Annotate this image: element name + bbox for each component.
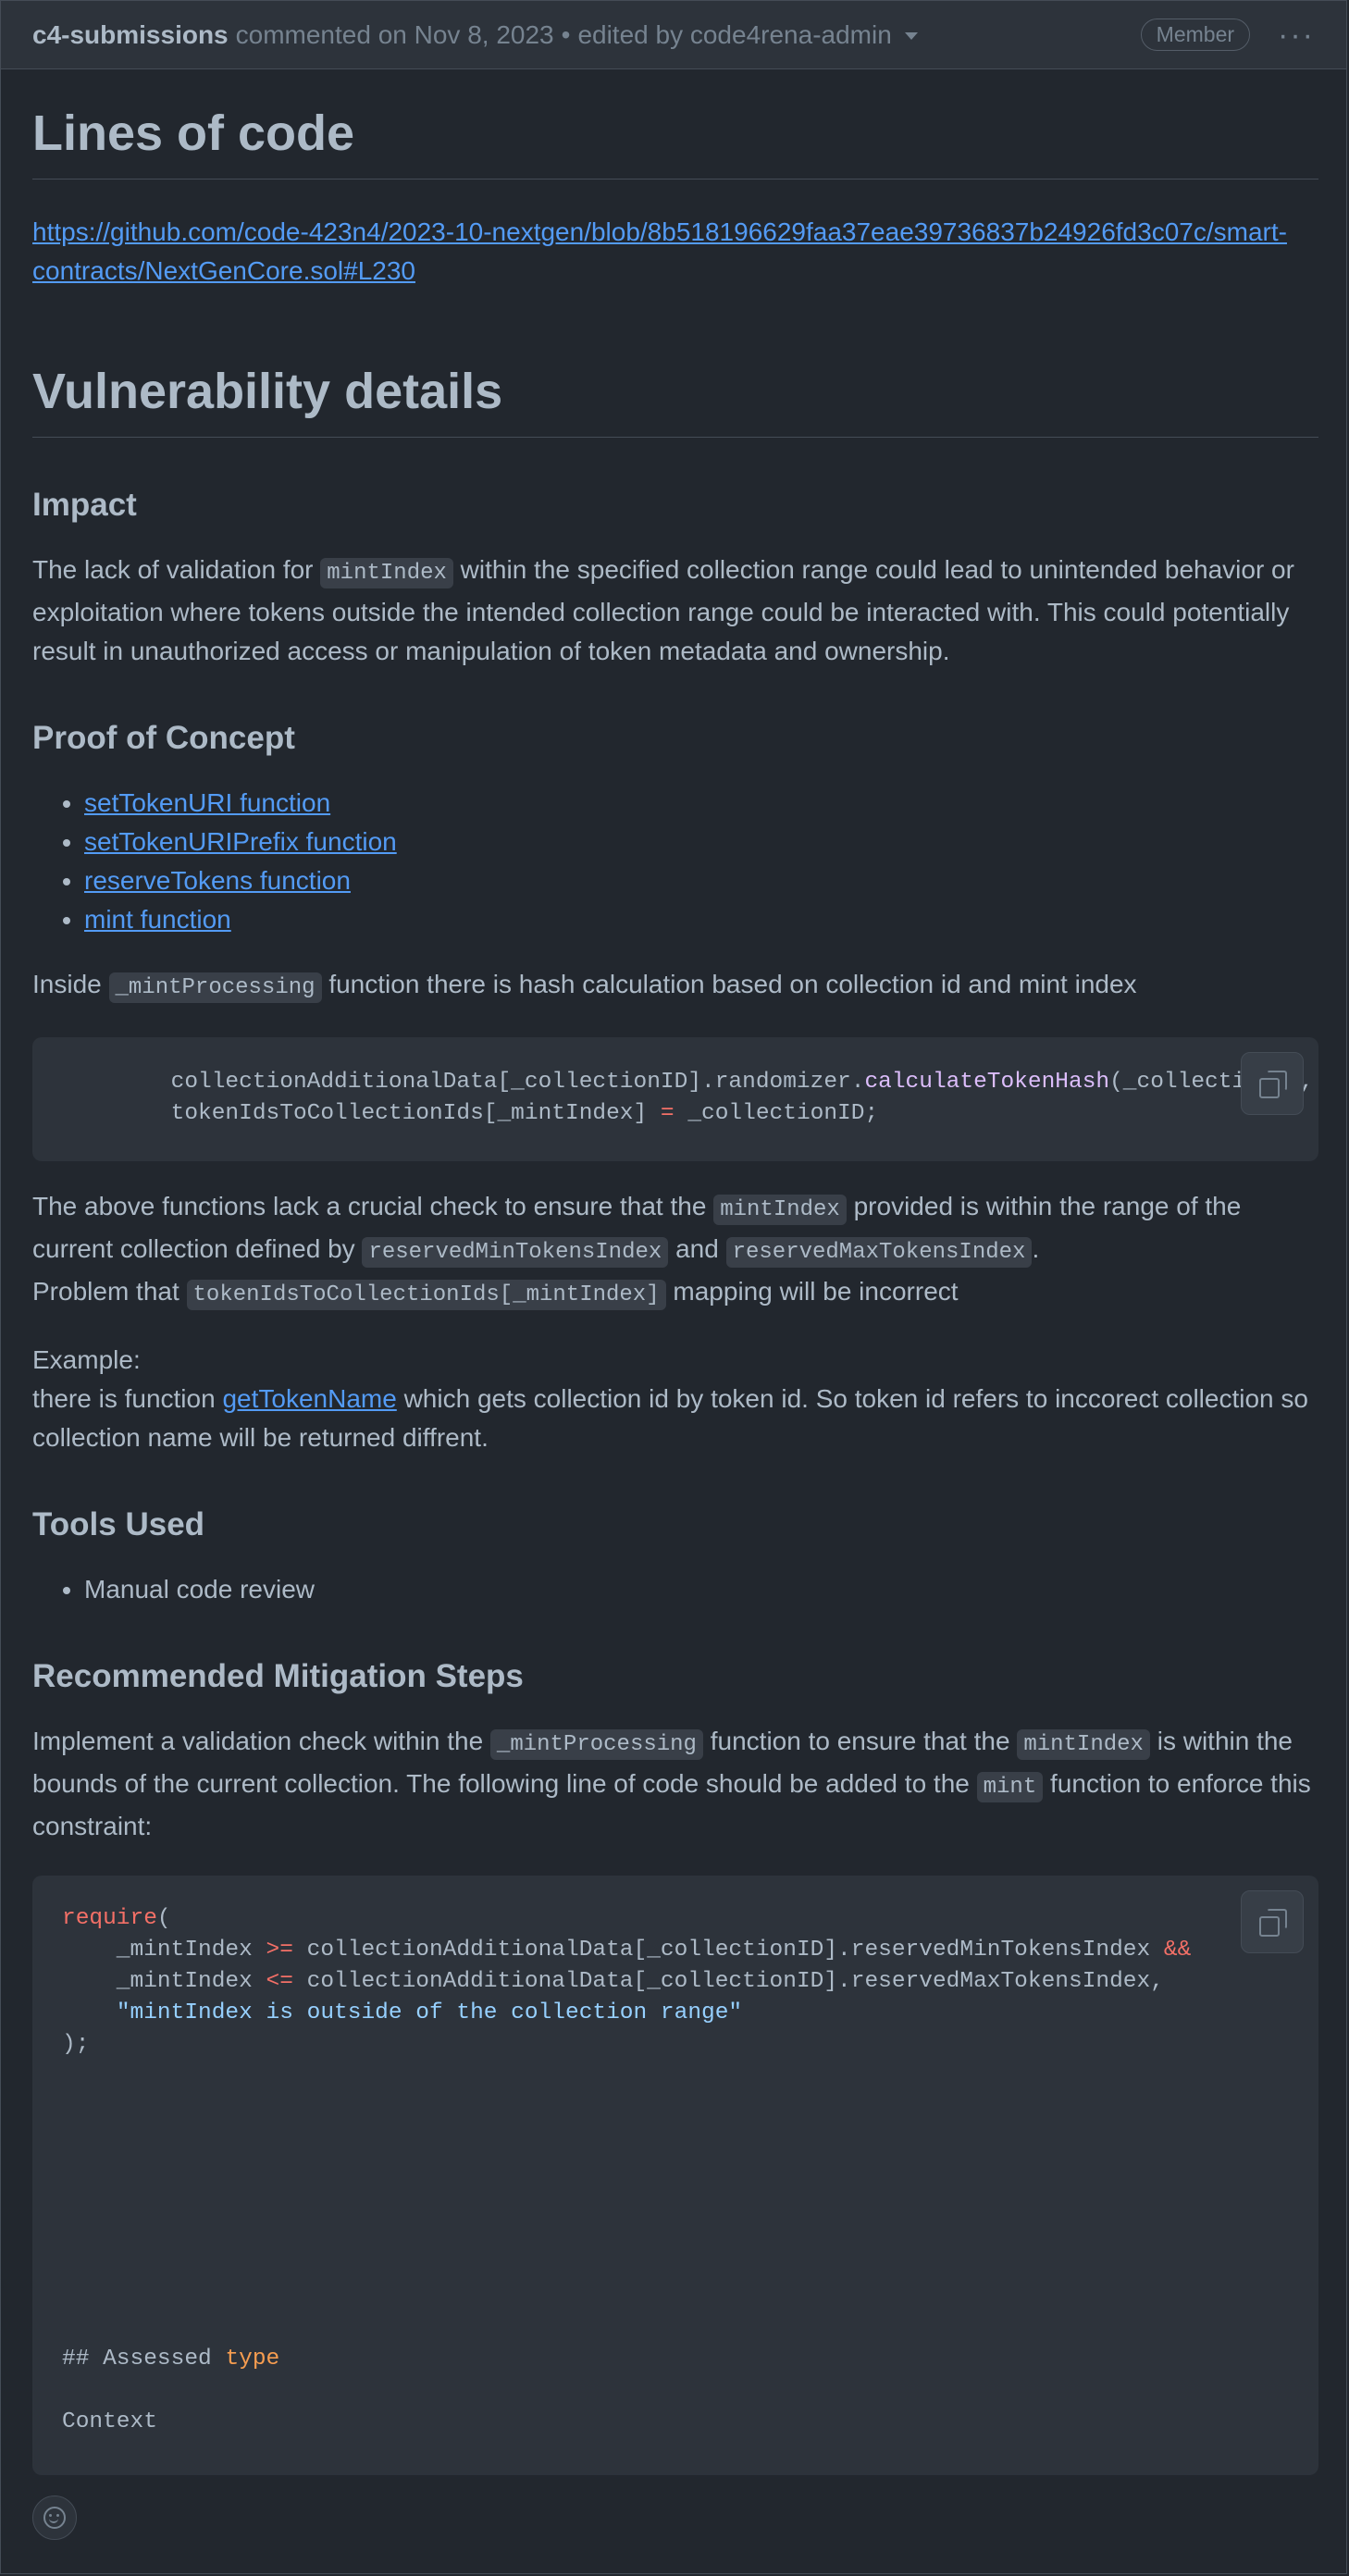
- code-token: ## Assessed: [62, 2347, 226, 2372]
- code-token: >=: [266, 1938, 293, 1963]
- code-blank: [62, 2378, 76, 2403]
- heading-mitigation: Recommended Mitigation Steps: [32, 1658, 524, 1695]
- inline-code: mintIndex: [1017, 1729, 1150, 1761]
- code-blank: [62, 2252, 76, 2277]
- impact-paragraph: The lack of validation for mintIndex wit…: [32, 551, 1318, 671]
- code-token: _mintIndex: [62, 1938, 266, 1963]
- poc-link-settokenuriprefix[interactable]: setTokenURIPrefix function: [84, 827, 397, 856]
- comment-timestamp[interactable]: commented on Nov 8, 2023: [236, 20, 554, 50]
- heading-lines-of-code: Lines of code: [32, 69, 1318, 180]
- text: Implement a validation check within the: [32, 1727, 490, 1756]
- inline-code: reservedMinTokensIndex: [362, 1237, 669, 1269]
- edited-by-label: edited by code4rena-admin: [577, 19, 892, 49]
- triangle-down-icon: [904, 32, 918, 41]
- poc-link-reservetokens[interactable]: reserveTokens function: [84, 866, 351, 895]
- code-blank: [62, 2315, 76, 2340]
- code-blank: [62, 2221, 76, 2246]
- text: Inside: [32, 970, 109, 999]
- code-block-hash[interactable]: collectionAdditionalData[_collectionID].…: [32, 1037, 1318, 1162]
- inline-code: mintIndex: [320, 558, 453, 589]
- code-blank: [62, 2284, 76, 2309]
- code-token: collectionAdditionalData[_collectionID].…: [292, 1969, 1164, 1995]
- text: mapping will be incorrect: [665, 1277, 959, 1307]
- heading-vulnerability-details: Vulnerability details: [32, 328, 1318, 439]
- comment-body: Lines of code https://github.com/code-42…: [32, 69, 1318, 2476]
- code-block-mitigation[interactable]: require( _mintIndex >= collectionAdditio…: [32, 1876, 1318, 2476]
- heading-impact: Impact: [32, 487, 137, 524]
- code-token: calculateTokenHash: [864, 1070, 1110, 1096]
- example-paragraph: Example: there is function getTokenName w…: [32, 1341, 1318, 1457]
- text: function there is hash calculation based…: [321, 970, 1137, 999]
- code-token: tokenIdsToCollectionIds[_mintIndex]: [170, 1101, 661, 1127]
- text: function to ensure that the: [702, 1727, 1018, 1756]
- inline-code: _mintProcessing: [108, 972, 322, 1004]
- inside-paragraph: Inside _mintProcessing function there is…: [32, 965, 1318, 1008]
- code-token: collectionAdditionalData[_collectionID].…: [292, 1938, 1164, 1963]
- code-token: _collectionID;: [674, 1101, 879, 1127]
- code-token: type: [225, 2347, 280, 2372]
- author-link[interactable]: c4-submissions: [32, 20, 229, 50]
- text: Problem that: [32, 1277, 187, 1307]
- copy-button[interactable]: [1241, 1890, 1304, 1954]
- text: and: [668, 1234, 726, 1264]
- gettokenname-link[interactable]: getTokenName: [222, 1384, 396, 1413]
- code-token: );: [62, 2032, 90, 2058]
- loc-paragraph: https://github.com/code-423n4/2023-10-ne…: [32, 213, 1318, 291]
- code-token: =: [660, 1101, 674, 1127]
- text: The above functions lack a crucial check…: [32, 1192, 714, 1221]
- text: The lack of validation for: [32, 555, 321, 585]
- edit-history-dropdown[interactable]: edited by code4rena-admin: [577, 19, 918, 50]
- poc-link-mint[interactable]: mint function: [84, 905, 231, 934]
- text: .: [1032, 1234, 1040, 1264]
- code-token: (: [156, 1906, 171, 1932]
- tools-list: Manual code review: [32, 1570, 1318, 1609]
- heading-proof-of-concept: Proof of Concept: [32, 720, 295, 757]
- code-token: Context: [62, 2409, 157, 2435]
- list-item: setTokenURIPrefix function: [84, 823, 1318, 861]
- list-item: reserveTokens function: [84, 861, 1318, 900]
- inline-code: tokenIdsToCollectionIds[_mintIndex]: [186, 1280, 666, 1311]
- comment-header: c4-submissions commented on Nov 8, 2023 …: [1, 1, 1346, 69]
- list-item: setTokenURI function: [84, 784, 1318, 823]
- poc-link-list: setTokenURI function setTokenURIPrefix f…: [32, 784, 1318, 939]
- inline-code: _mintProcessing: [489, 1729, 703, 1761]
- smiley-icon: [43, 2507, 66, 2529]
- code-blank: [62, 2158, 76, 2183]
- code-token: _mintIndex: [62, 1969, 266, 1995]
- code-content: collectionAdditionalData[_collectionID].…: [62, 1067, 1318, 1130]
- code-token: &&: [1163, 1938, 1192, 1963]
- copy-button[interactable]: [1241, 1052, 1304, 1116]
- text: there is function: [32, 1384, 223, 1414]
- inline-code: mintIndex: [713, 1195, 847, 1226]
- heading-tools-used: Tools Used: [32, 1506, 205, 1543]
- role-badge: Member: [1140, 19, 1251, 51]
- list-item: mint function: [84, 900, 1318, 939]
- poc-link-settokenuri[interactable]: setTokenURI function: [84, 788, 330, 817]
- bullet-separator: •: [561, 19, 571, 49]
- code-token: collectionAdditionalData[_collectionID].…: [170, 1070, 865, 1096]
- code-blank: [62, 2189, 76, 2214]
- issue-comment: c4-submissions commented on Nov 8, 2023 …: [0, 0, 1347, 2574]
- add-reaction-button[interactable]: [32, 2496, 77, 2540]
- code-token: <=: [266, 1969, 293, 1995]
- code-blank: [62, 2095, 76, 2120]
- code-blank: [62, 2063, 76, 2088]
- loc-source-link[interactable]: https://github.com/code-423n4/2023-10-ne…: [32, 217, 1287, 285]
- text: Example:: [32, 1345, 141, 1375]
- inline-code: mint: [976, 1772, 1044, 1803]
- lack-paragraph: The above functions lack a crucial check…: [32, 1187, 1318, 1315]
- list-item: Manual code review: [84, 1570, 1318, 1609]
- code-content: require( _mintIndex >= collectionAdditio…: [62, 1903, 1318, 2438]
- kebab-menu-icon[interactable]: ···: [1278, 19, 1315, 51]
- code-token: "mintIndex is outside of the collection …: [116, 2000, 743, 2026]
- inline-code: reservedMaxTokensIndex: [725, 1237, 1033, 1269]
- code-blank: [62, 2126, 76, 2151]
- code-token: require: [62, 1906, 157, 1932]
- mitigation-paragraph: Implement a validation check within the …: [32, 1722, 1318, 1846]
